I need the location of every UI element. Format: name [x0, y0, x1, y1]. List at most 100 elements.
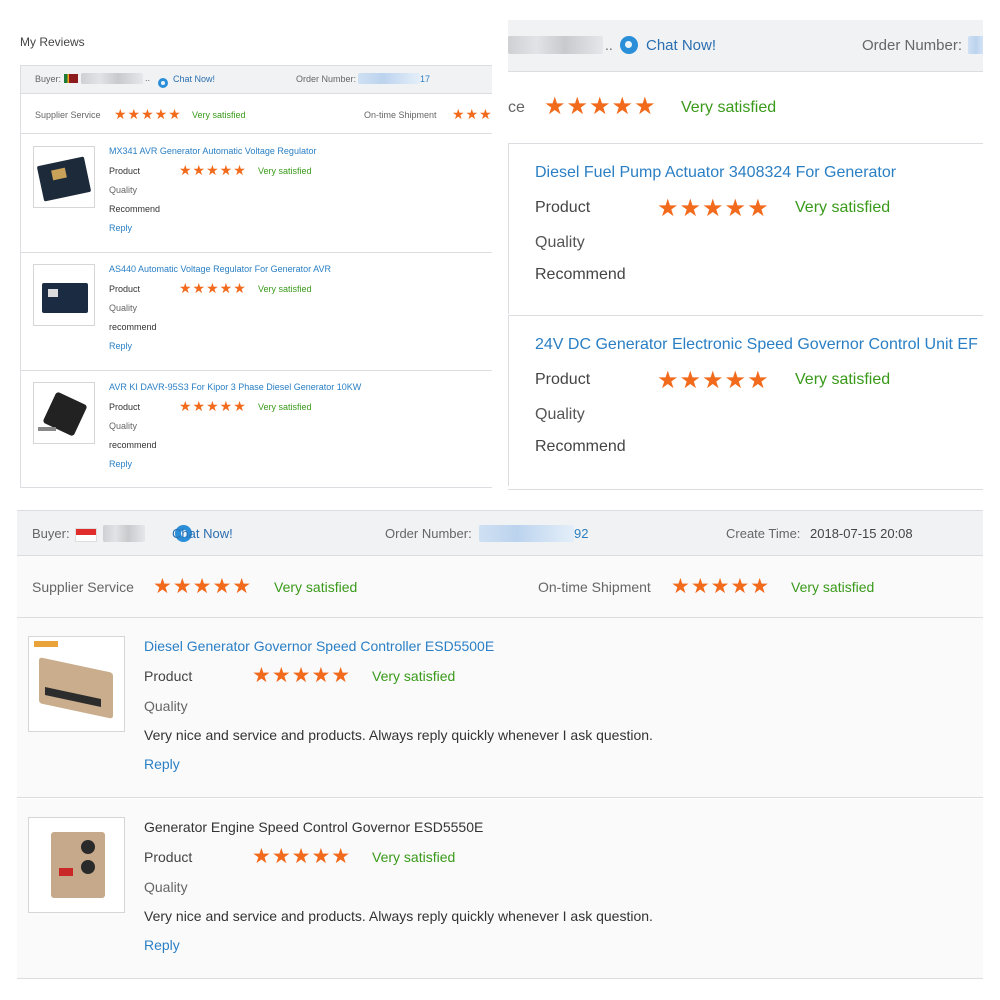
- product-rating-text: Very satisfied: [795, 199, 891, 216]
- product-thumbnail[interactable]: [28, 817, 125, 913]
- product-title-link[interactable]: Diesel Generator Governor Speed Controll…: [144, 638, 494, 654]
- product-stars: ★★★★★: [657, 195, 770, 222]
- order-number-blurred: [358, 73, 420, 84]
- reply-link[interactable]: Reply: [144, 756, 180, 772]
- product-label: Product: [535, 199, 591, 216]
- review-comment: Very nice and service and products. Alwa…: [144, 908, 653, 924]
- on-time-shipment-stars: ★★★★★: [671, 575, 771, 598]
- reply-link[interactable]: Reply: [109, 341, 132, 351]
- product-title-link[interactable]: MX341 AVR Generator Automatic Voltage Re…: [109, 146, 316, 156]
- order-number-label: Order Number:: [862, 37, 963, 54]
- recommend-label: Recommend: [535, 438, 626, 455]
- reviews-panel-small: My Reviews Buyer: .. Chat Now! Order Num…: [0, 0, 500, 495]
- order-number-blurred: [968, 36, 983, 54]
- create-time-label: Create Time:: [726, 526, 801, 541]
- review-comment: Very nice and service and products. Alwa…: [144, 727, 653, 743]
- quality-label: Quality: [109, 303, 138, 313]
- reviews-panel-medium: Buyer: Chat Now! Order Number: 92 Create…: [17, 510, 983, 980]
- buyer-label: Buyer:: [32, 526, 70, 541]
- product-label: Product: [109, 402, 141, 412]
- product-title-link[interactable]: AVR KI DAVR-95S3 For Kipor 3 Phase Diese…: [109, 382, 361, 392]
- recommend-label: recommend: [109, 440, 157, 450]
- product-label: Product: [144, 849, 193, 865]
- chat-now-link[interactable]: Chat Now!: [172, 526, 233, 541]
- review-box: Buyer: .. Chat Now! Order Number: 17 Sup…: [20, 65, 492, 488]
- quality-label: Quality: [144, 698, 188, 714]
- product-title-link[interactable]: AS440 Automatic Voltage Regulator For Ge…: [109, 264, 331, 274]
- product-rating-text: Very satisfied: [372, 668, 456, 684]
- on-time-shipment-rating-text: Very satisfied: [791, 579, 875, 595]
- product-stars: ★★★★★: [179, 398, 247, 414]
- product-label: Product: [109, 284, 141, 294]
- reviews-panel-zoomed: .. Chat Now! Order Number: ce ★★★★★ Very…: [508, 20, 983, 490]
- buyer-ellipsis: ..: [605, 37, 613, 53]
- product-stars: ★★★★★: [179, 280, 247, 296]
- on-time-shipment-label: On-time Shipment: [364, 110, 437, 120]
- product-thumbnail[interactable]: [33, 264, 95, 326]
- order-number-label: Order Number:: [296, 74, 357, 84]
- product-rating-text: Very satisfied: [258, 166, 312, 176]
- supplier-service-stars: ★★★★★: [153, 575, 253, 598]
- product-thumbnail[interactable]: [33, 146, 95, 208]
- flag-icon: [75, 527, 97, 542]
- product-stars: ★★★★★: [252, 664, 352, 687]
- recommend-label: recommend: [109, 322, 157, 332]
- order-header-bar: Buyer: .. Chat Now! Order Number: 17: [21, 66, 492, 94]
- supplier-service-rating-text: Very satisfied: [681, 99, 777, 116]
- buyer-label: Buyer:: [35, 74, 62, 84]
- product-rating-text: Very satisfied: [258, 284, 312, 294]
- recommend-label: Recommend: [535, 266, 626, 283]
- buyer-name-blurred: [103, 525, 145, 542]
- quality-label: Quality: [109, 421, 138, 431]
- product-rating-text: Very satisfied: [258, 402, 312, 412]
- quality-label: Quality: [535, 234, 585, 251]
- supplier-service-rating-text: Very satisfied: [192, 110, 246, 120]
- chat-icon[interactable]: [620, 36, 638, 54]
- product-stars: ★★★★★: [657, 367, 770, 394]
- create-time-value: 2018-07-15 20:08: [810, 526, 913, 541]
- quality-label: Quality: [109, 185, 138, 195]
- reply-link[interactable]: Reply: [109, 223, 132, 233]
- buyer-name-blurred: [508, 36, 603, 54]
- order-number-suffix: 17: [420, 74, 431, 84]
- buyer-name-blurred: [81, 73, 143, 84]
- review-item: AS440 Automatic Voltage Regulator For Ge…: [21, 252, 493, 370]
- buyer-ellipsis: ..: [145, 73, 151, 83]
- review-item: Diesel Generator Governor Speed Controll…: [17, 618, 983, 798]
- review-item: MX341 AVR Generator Automatic Voltage Re…: [21, 134, 493, 252]
- product-title-link[interactable]: Diesel Fuel Pump Actuator 3408324 For Ge…: [535, 164, 896, 182]
- product-title[interactable]: Generator Engine Speed Control Governor …: [144, 819, 483, 835]
- review-item: Generator Engine Speed Control Governor …: [17, 799, 983, 979]
- order-header-bar: .. Chat Now! Order Number:: [508, 20, 983, 72]
- review-item: 24V DC Generator Electronic Speed Govern…: [508, 316, 983, 486]
- on-time-shipment-label: On-time Shipment: [538, 579, 651, 595]
- page-title: My Reviews: [20, 35, 85, 49]
- product-thumbnail[interactable]: [33, 382, 95, 444]
- order-number-suffix: 92: [574, 526, 589, 541]
- flag-icon: [64, 74, 78, 83]
- review-item: Diesel Fuel Pump Actuator 3408324 For Ge…: [508, 144, 983, 314]
- product-thumbnail[interactable]: [28, 636, 125, 732]
- reply-link[interactable]: Reply: [109, 459, 132, 469]
- product-stars: ★★★★★: [252, 845, 352, 868]
- reply-link[interactable]: Reply: [144, 937, 180, 953]
- rating-summary-row: Supplier Service ★★★★★ Very satisfied On…: [17, 556, 983, 618]
- order-number-label: Order Number:: [385, 526, 472, 541]
- product-label: Product: [109, 166, 141, 176]
- supplier-service-label: Supplier Service: [32, 579, 134, 595]
- order-number-blurred: [479, 525, 574, 542]
- on-time-shipment-stars: ★★★: [452, 106, 493, 122]
- order-header-bar: Buyer: Chat Now! Order Number: 92 Create…: [17, 510, 983, 556]
- product-rating-text: Very satisfied: [795, 371, 891, 388]
- supplier-service-stars: ★★★★★: [114, 106, 182, 122]
- chat-now-link[interactable]: Chat Now!: [646, 37, 716, 54]
- recommend-label: Recommend: [109, 204, 161, 214]
- chat-now-link[interactable]: Chat Now!: [173, 74, 215, 84]
- product-label: Product: [144, 668, 193, 684]
- supplier-service-rating-text: Very satisfied: [274, 579, 358, 595]
- product-stars: ★★★★★: [179, 162, 247, 178]
- chat-icon[interactable]: [158, 77, 168, 88]
- product-title-link[interactable]: 24V DC Generator Electronic Speed Govern…: [535, 336, 978, 354]
- review-item: AVR KI DAVR-95S3 For Kipor 3 Phase Diese…: [21, 370, 493, 488]
- supplier-service-label-fragment: ce: [508, 99, 525, 116]
